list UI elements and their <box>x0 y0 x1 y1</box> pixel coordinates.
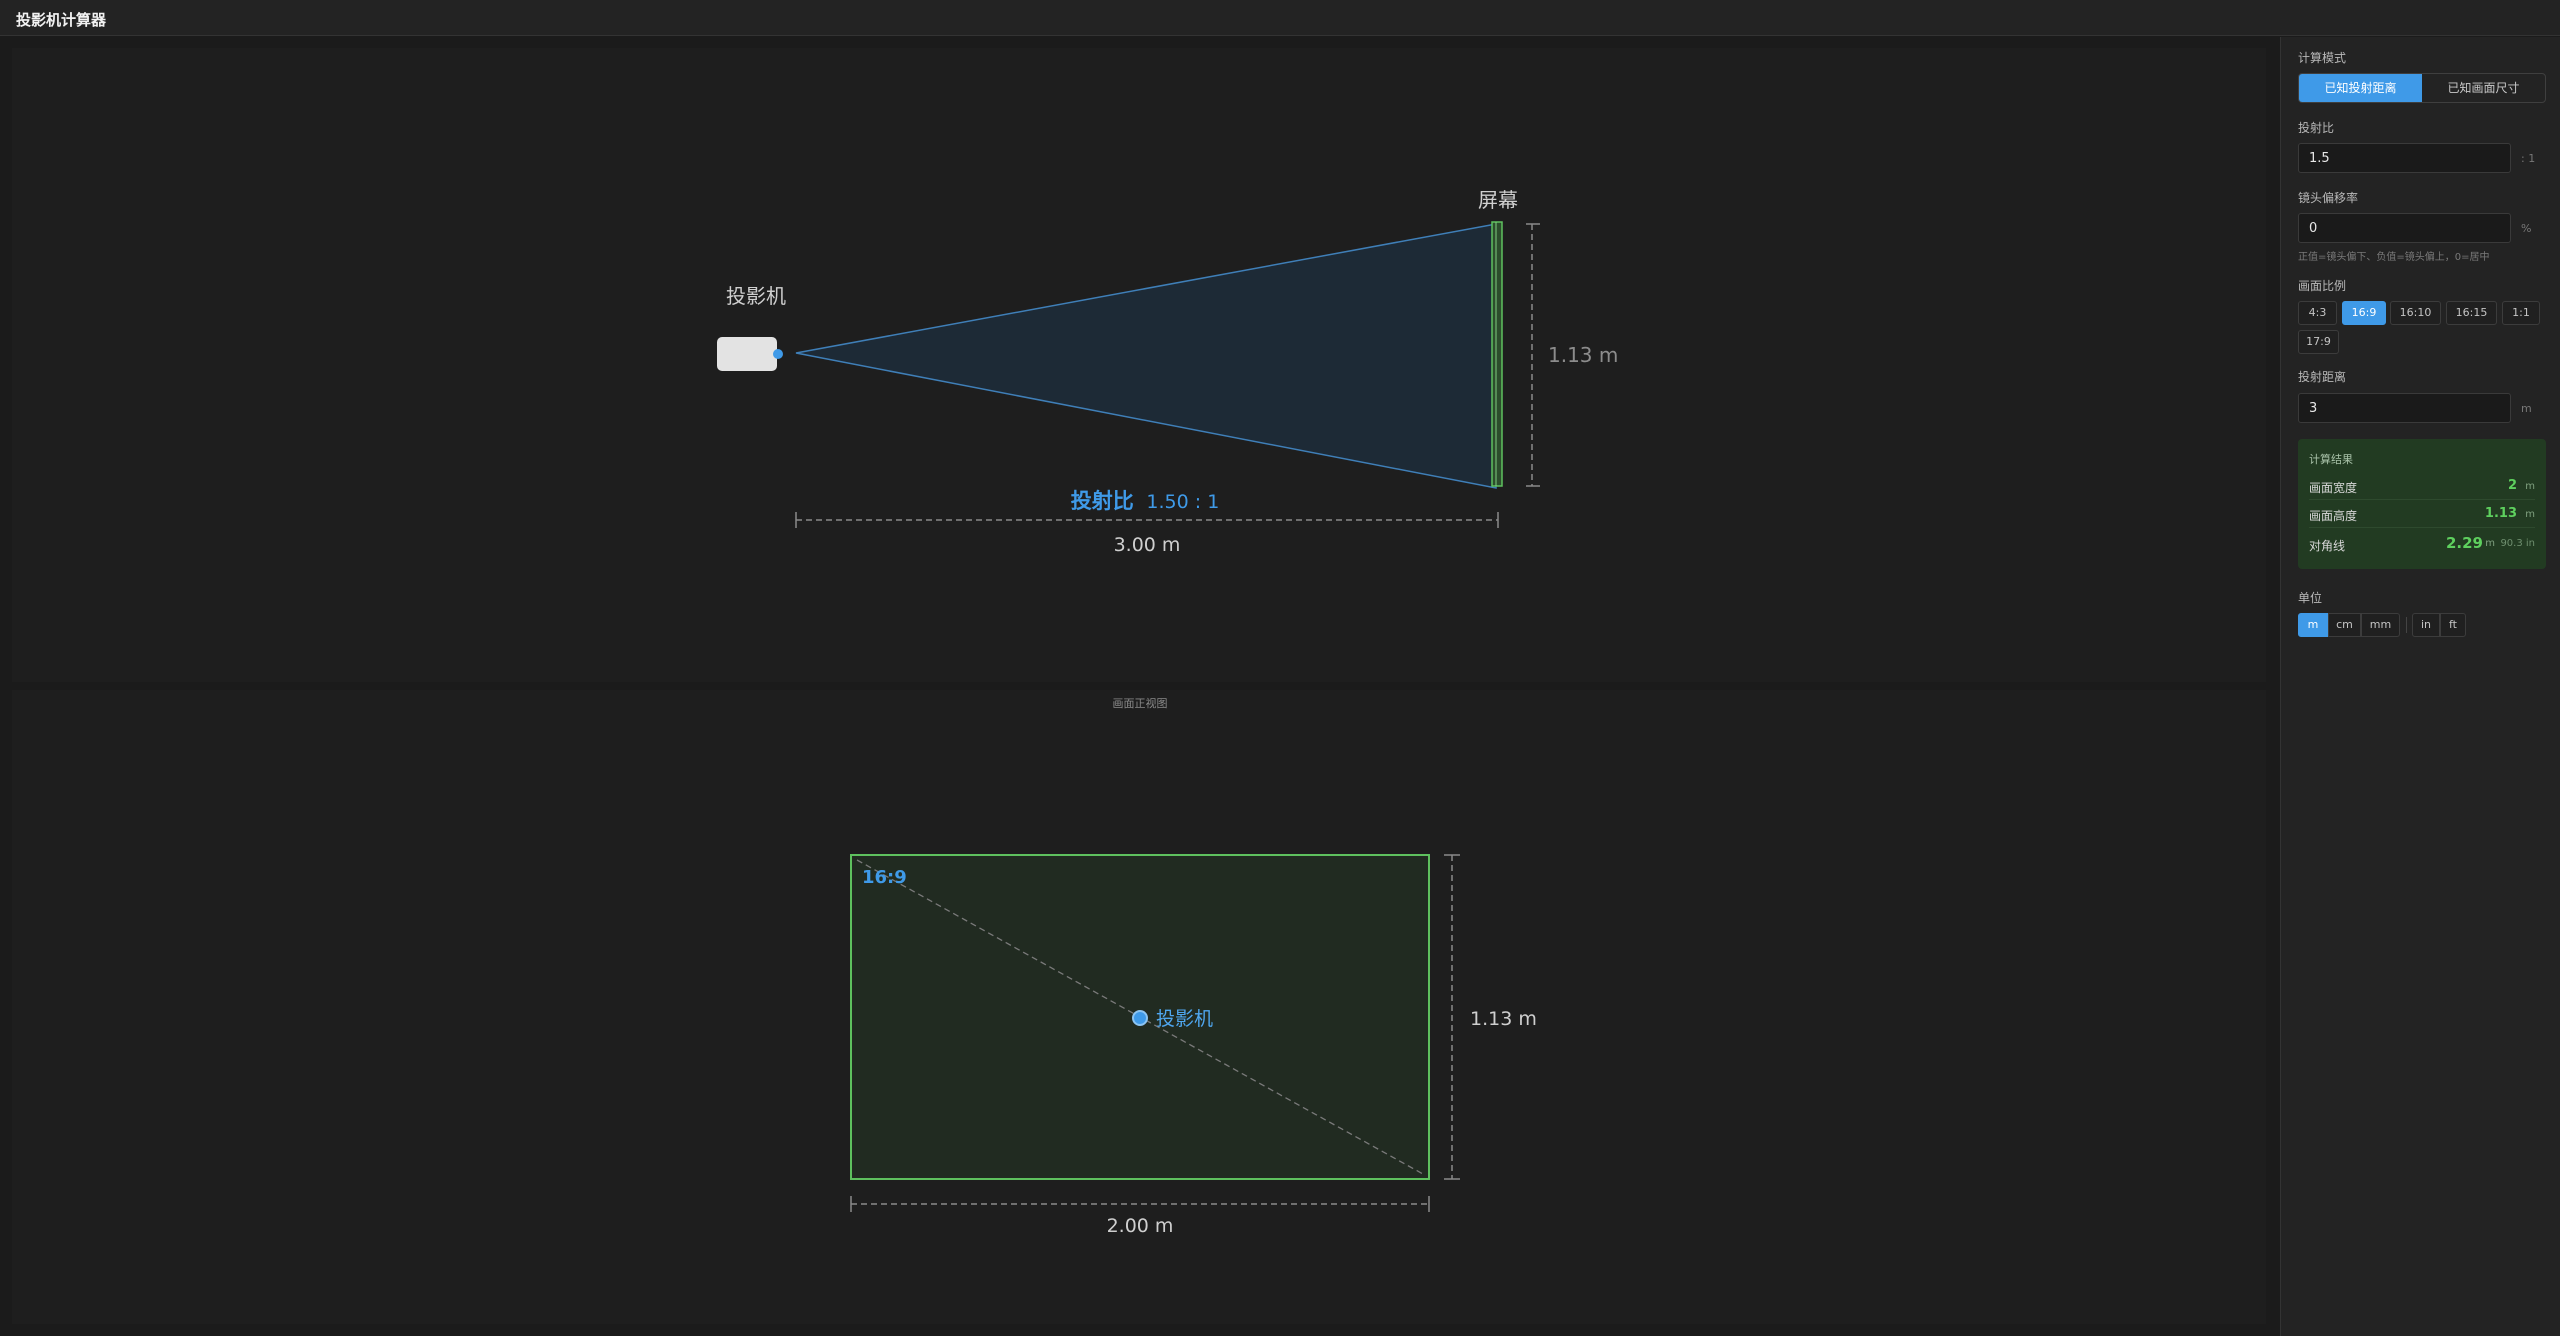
result-width-value: 2 <box>2507 478 2517 493</box>
result-diag-unit: m <box>2485 538 2495 549</box>
unit-option-ft[interactable]: ft <box>2440 613 2466 637</box>
result-title: 计算结果 <box>2309 453 2353 466</box>
distance-input[interactable] <box>2298 393 2511 423</box>
mode-option-known-size[interactable]: 已知画面尺寸 <box>2422 74 2545 102</box>
units-label: 单位 <box>2298 591 2323 605</box>
title-bar: 投影机计算器 <box>0 0 2560 36</box>
front-view-diagram: 画面正视图 16:9 投影机 1.13 m 2.00 m <box>850 696 1537 1237</box>
offset-input[interactable] <box>2298 213 2511 243</box>
side-view-diagram: 投影机 屏幕 1.13 m 投射比 1.50 : 1 3.00 m <box>717 188 1618 556</box>
height-dim-label: 1.13 m <box>1548 343 1618 367</box>
screen-label: 屏幕 <box>1478 188 1518 212</box>
result-row-height: 画面高度 1.13 m <box>2309 500 2535 528</box>
result-width-label: 画面宽度 <box>2309 481 2358 495</box>
mode-label: 计算模式 <box>2298 51 2347 65</box>
result-row-diagonal: 对角线 2.29 m 90.3 in <box>2309 528 2535 560</box>
settings-panel: 计算模式 已知投射距离 已知画面尺寸 投射比 : 1 镜头偏移率 % 正值=镜头… <box>2280 37 2560 1336</box>
aspect-tag: 16:9 <box>862 867 907 888</box>
unit-option-mm[interactable]: mm <box>2361 613 2400 637</box>
offset-unit: % <box>2521 222 2532 235</box>
result-height-value: 1.13 <box>2484 506 2517 521</box>
projector-lens <box>773 349 783 359</box>
unit-option-cm[interactable]: cm <box>2328 613 2361 637</box>
throw-ratio-unit: : 1 <box>2521 152 2536 165</box>
aspect-option-4-3[interactable]: 4:3 <box>2298 301 2337 325</box>
result-diag-inch: 90.3 in <box>2500 538 2535 549</box>
front-width-label: 2.00 m <box>1107 1215 1174 1237</box>
front-view-caption: 画面正视图 <box>1113 696 1168 710</box>
aspect-option-17-9[interactable]: 17:9 <box>2298 330 2339 354</box>
projection-beam <box>795 223 1497 489</box>
unit-option-m[interactable]: m <box>2298 613 2328 637</box>
result-diag-label: 对角线 <box>2309 539 2346 553</box>
result-height-unit: m <box>2525 509 2535 520</box>
app-title: 投影机计算器 <box>16 11 107 29</box>
aspect-option-1-1[interactable]: 1:1 <box>2502 301 2540 325</box>
projector-label: 投影机 <box>726 284 786 308</box>
throw-ratio-value: 1.50 : 1 <box>1146 491 1219 513</box>
aspect-option-16-9[interactable]: 16:9 <box>2342 301 2386 325</box>
aspect-option-16-10[interactable]: 16:10 <box>2390 301 2441 325</box>
result-diag-value: 2.29 <box>2445 534 2483 552</box>
unit-option-in[interactable]: in <box>2412 613 2440 637</box>
mode-option-known-distance[interactable]: 已知投射距离 <box>2299 74 2422 102</box>
aspect-option-16-15[interactable]: 16:15 <box>2446 301 2497 325</box>
unit-divider <box>2406 617 2407 633</box>
projector-center-label: 投影机 <box>1156 1008 1213 1030</box>
distance-dim-label: 3.00 m <box>1114 534 1181 556</box>
result-height-label: 画面高度 <box>2309 509 2358 523</box>
distance-field-label: 投射距离 <box>2298 370 2347 384</box>
distance-unit: m <box>2521 402 2532 415</box>
aspect-label: 画面比例 <box>2298 279 2347 293</box>
front-height-label: 1.13 m <box>1470 1008 1537 1030</box>
side-view-canvas: 投影机 屏幕 1.13 m 投射比 1.50 : 1 3.00 m <box>12 48 2266 682</box>
projector-body <box>717 337 777 371</box>
offset-hint: 正值=镜头偏下、负值=镜头偏上，0=居中 <box>2298 252 2490 263</box>
projector-center-marker <box>1132 1010 1148 1026</box>
front-view-canvas: 画面正视图 16:9 投影机 1.13 m 2.00 m <box>12 690 2266 1324</box>
result-card: 计算结果 画面宽度 2 m 画面高度 1.13 m 对角线 2.29 m 90.… <box>2298 439 2546 569</box>
result-width-unit: m <box>2525 481 2535 492</box>
throw-ratio-label: 投射比 1.50 : 1 <box>1071 489 1220 513</box>
screen-rect <box>1491 221 1503 487</box>
offset-label: 镜头偏移率 <box>2298 191 2359 205</box>
throw-ratio-input[interactable] <box>2298 143 2511 173</box>
throw-ratio-title: 投射比 <box>1071 489 1134 513</box>
mode-segmented-control: 已知投射距离 已知画面尺寸 <box>2298 73 2546 103</box>
throw-ratio-field-label: 投射比 <box>2298 121 2335 135</box>
result-row-width: 画面宽度 2 m <box>2309 472 2535 500</box>
